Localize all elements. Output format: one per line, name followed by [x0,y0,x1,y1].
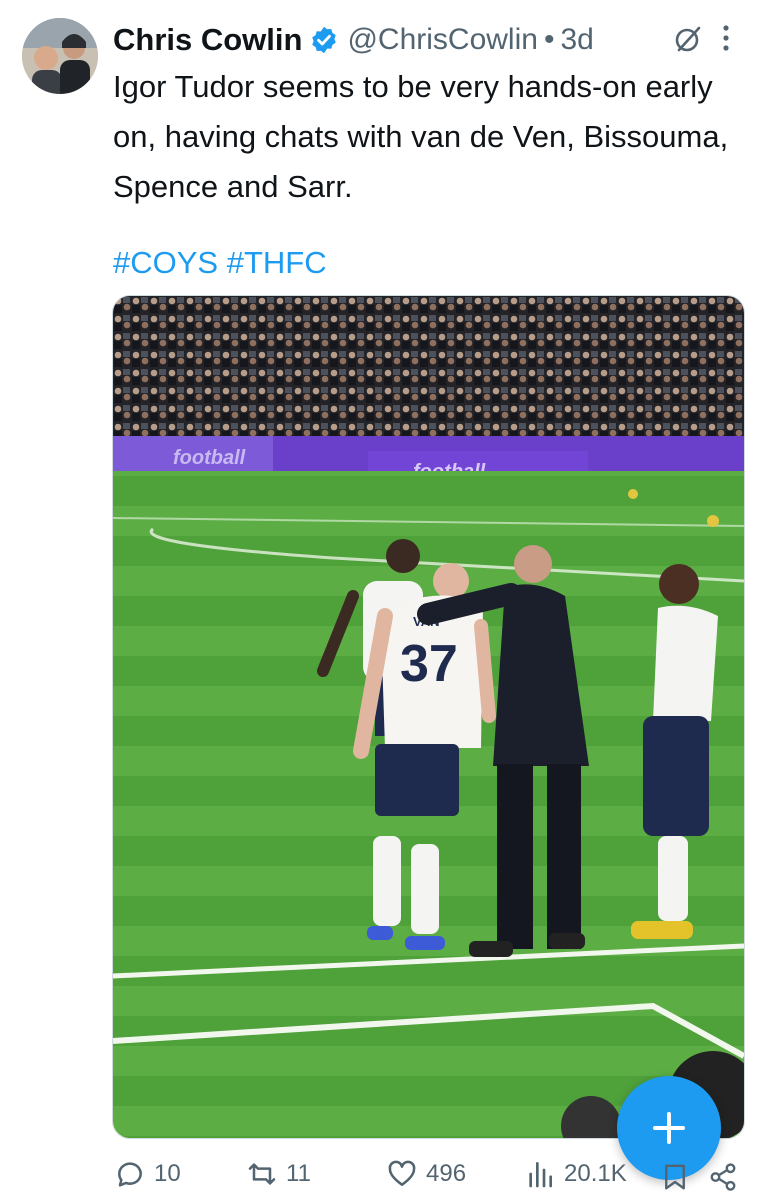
more-options-icon[interactable] [716,20,736,56]
repost-button[interactable]: 11 [246,1158,311,1190]
verified-badge-icon [309,25,339,55]
avatar[interactable] [22,18,98,94]
action-bar: 10 11 496 20.1K [108,1150,758,1200]
separator: • [543,23,555,56]
views-bar-icon [529,1162,552,1188]
hashtag-coys[interactable]: #COYS [113,245,218,280]
photo-scene: football football 37 VAN [113,296,744,1138]
hashtag-thfc[interactable]: #THFC [227,245,327,280]
grok-icon[interactable] [673,24,703,54]
tweet-photo[interactable]: football football 37 VAN [112,295,745,1139]
share-button[interactable] [708,1162,738,1192]
bookmark-icon [665,1164,685,1190]
bookmark-button[interactable] [660,1162,690,1192]
like-button[interactable]: 496 [386,1158,466,1190]
views-count: 20.1K [564,1160,627,1187]
display-name[interactable]: Chris Cowlin [113,22,302,58]
plus-icon [653,1112,685,1144]
like-count: 496 [426,1160,467,1187]
avatar-image [22,18,98,94]
tweet-text: Igor Tudor seems to be very hands-on ear… [113,69,729,204]
reply-button[interactable]: 10 [114,1158,181,1190]
shirt-number: 37 [400,635,458,693]
views-button[interactable]: 20.1K [524,1158,627,1190]
board-text-left: football [173,447,246,469]
reply-icon [118,1162,142,1187]
repost-icon [248,1163,276,1185]
timestamp[interactable]: 3d [560,23,593,57]
share-icon [710,1163,736,1191]
tweet-header: Chris Cowlin @ChrisCowlin • 3d [113,18,753,62]
handle[interactable]: @ChrisCowlin [347,23,538,57]
reply-count: 10 [154,1160,181,1187]
repost-count: 11 [286,1160,311,1187]
hashtags: #COYS #THFC [113,238,327,288]
heart-icon [388,1160,416,1186]
